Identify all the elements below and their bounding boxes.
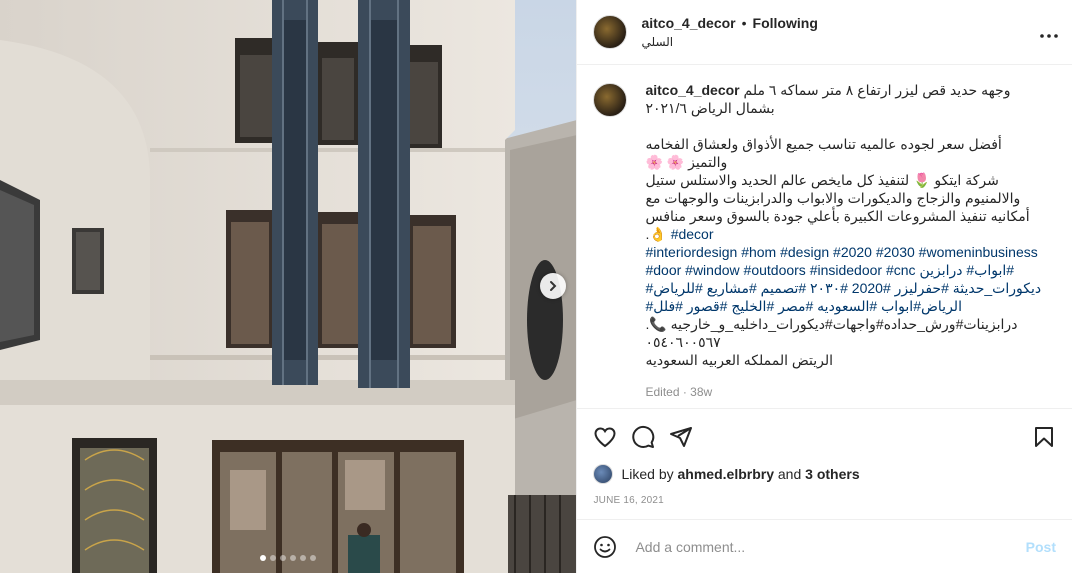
comment-input[interactable] [633, 537, 1026, 556]
caption-paragraph: أفضل سعر لجوده عالميه تناسب جميع الأذواق… [645, 136, 1002, 170]
author-avatar[interactable] [593, 15, 628, 49]
post-side-panel: aitco_4_decor • Following السلي aitco_4_… [576, 0, 1072, 573]
hashtag-line[interactable]: ديكورات_حديثة #حفرليزر #2020 #٢٠٣٠ #تصمي… [645, 279, 1043, 297]
chevron-right-icon [550, 281, 557, 291]
emoji-button[interactable] [593, 535, 617, 559]
carousel-dot [270, 555, 277, 561]
next-slide-button[interactable] [540, 273, 566, 299]
post-media[interactable] [0, 0, 577, 573]
carousel-dot [260, 555, 267, 561]
more-options-button[interactable] [1040, 22, 1058, 43]
heart-icon [594, 427, 616, 448]
caption-paragraph: درابزينات#ورش_حداده#واجهات#ديكورات_داخلي… [645, 316, 1018, 332]
comments-section: aitco_4_decor وجهه حديد قص ليزر ارتفاع ٨… [577, 65, 1072, 408]
post-dialog: aitco_4_decor • Following السلي aitco_4_… [0, 0, 1072, 573]
likes-summary: Liked by ahmed.elbrbry and 3 others [593, 461, 1056, 487]
likes-others-link[interactable]: 3 others [805, 466, 859, 482]
save-button[interactable] [1032, 425, 1056, 449]
carousel-dot [280, 555, 287, 561]
likes-and: and [777, 466, 802, 482]
phone-number: ٠٥٤٠٦٠٠٥٦٧ [645, 334, 721, 350]
share-button[interactable] [669, 425, 693, 449]
carousel-dot [310, 555, 317, 561]
post-header: aitco_4_decor • Following السلي [577, 0, 1072, 65]
hashtag-line[interactable]: الرياض#ابواب #السعوديه #مصر #الخليج #قصو… [645, 297, 1043, 315]
add-comment-bar: Post [577, 519, 1072, 573]
comment-icon [632, 426, 655, 448]
liker-avatar[interactable] [593, 464, 614, 484]
carousel-dot [300, 555, 307, 561]
emoji-icon [594, 535, 617, 558]
bookmark-icon [1035, 427, 1053, 447]
caption: aitco_4_decor وجهه حديد قص ليزر ارتفاع ٨… [593, 81, 1056, 401]
hashtag-line[interactable]: #interiordesign #hom #design #2020 #2030… [645, 243, 1043, 261]
share-icon [670, 427, 693, 447]
liker-username[interactable]: ahmed.elbrbry [678, 466, 774, 482]
hashtag-line[interactable]: #door #window #outdoors #insidedoor #cnc… [645, 261, 1043, 279]
location-link[interactable]: السلي [641, 35, 817, 49]
separator: • [741, 15, 747, 31]
hashtag[interactable]: #decor [671, 226, 714, 242]
comment-button[interactable] [631, 425, 655, 449]
address-text: الريتض المملكه العربيه السعوديه [645, 352, 834, 368]
more-horizontal-icon [1040, 34, 1058, 38]
carousel-indicator [0, 555, 576, 561]
carousel-dot [290, 555, 297, 561]
author-username[interactable]: aitco_4_decor [641, 15, 735, 31]
caption-avatar[interactable] [593, 83, 628, 117]
caption-username[interactable]: aitco_4_decor [645, 82, 739, 98]
post-photo [0, 0, 577, 573]
like-button[interactable] [593, 425, 617, 449]
following-button[interactable]: Following [753, 15, 818, 31]
post-date: JUNE 16, 2021 [593, 495, 664, 506]
action-bar: Liked by ahmed.elbrbry and 3 others JUNE… [577, 408, 1072, 513]
edited-timestamp: Edited · 38w [645, 385, 713, 399]
likes-prefix: Liked by [621, 466, 674, 482]
post-comment-button[interactable]: Post [1026, 539, 1056, 555]
